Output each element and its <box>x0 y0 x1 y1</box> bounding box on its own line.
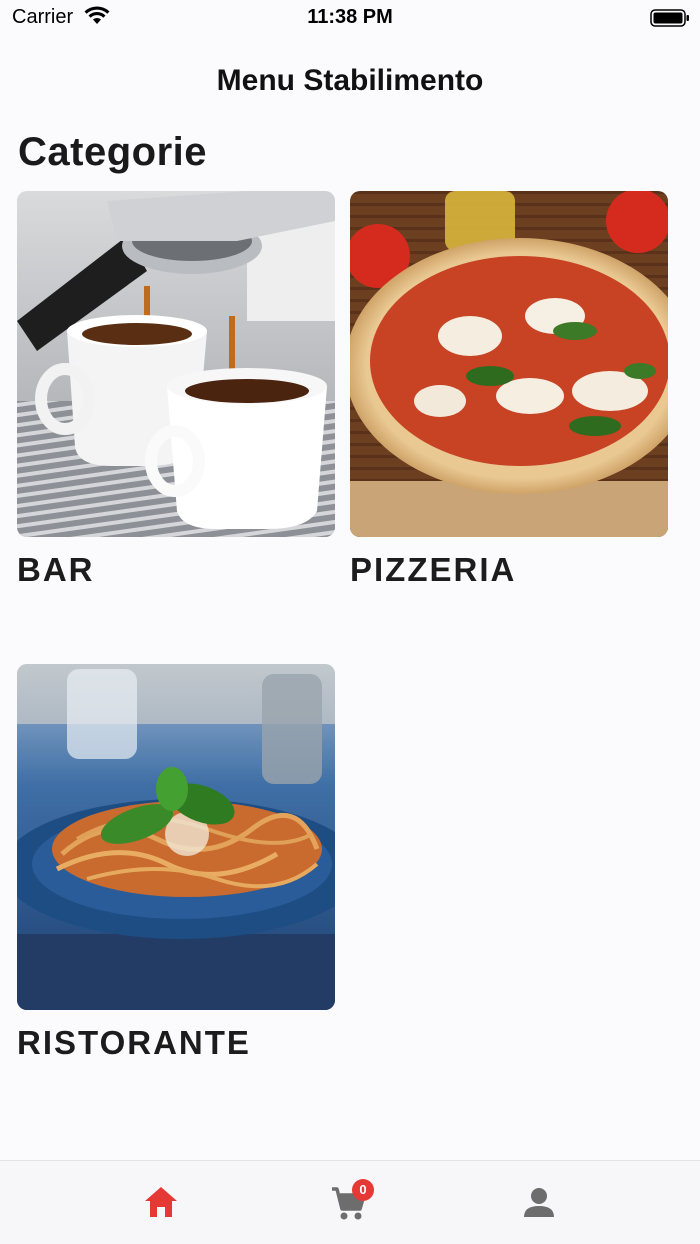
tab-profile[interactable] <box>517 1181 561 1225</box>
home-icon <box>145 1187 177 1217</box>
espresso-photo <box>17 191 335 537</box>
section-title: Categorie <box>18 130 207 174</box>
status-bar: Carrier 11:38 PM <box>0 0 700 36</box>
category-card-pizzeria[interactable]: PIZZERIA <box>350 191 668 589</box>
tab-bar: 0 <box>0 1160 700 1244</box>
category-label-pizzeria: PIZZERIA <box>350 551 517 588</box>
category-card-bar[interactable]: BAR <box>17 191 335 589</box>
category-card-ristorante[interactable]: RISTORANTE <box>17 664 335 1062</box>
pizza-photo <box>350 191 668 537</box>
tab-cart[interactable]: 0 <box>326 1179 374 1225</box>
tab-home[interactable] <box>139 1181 183 1225</box>
category-label-ristorante: RISTORANTE <box>17 1024 251 1061</box>
person-icon <box>524 1188 554 1217</box>
spaghetti-photo <box>17 664 335 1010</box>
category-label-bar: BAR <box>17 551 95 588</box>
cart-count-badge: 0 <box>352 1179 374 1201</box>
page-title: Menu Stabilimento <box>216 64 484 97</box>
status-time: 11:38 PM <box>307 6 393 28</box>
battery-icon <box>650 9 689 27</box>
